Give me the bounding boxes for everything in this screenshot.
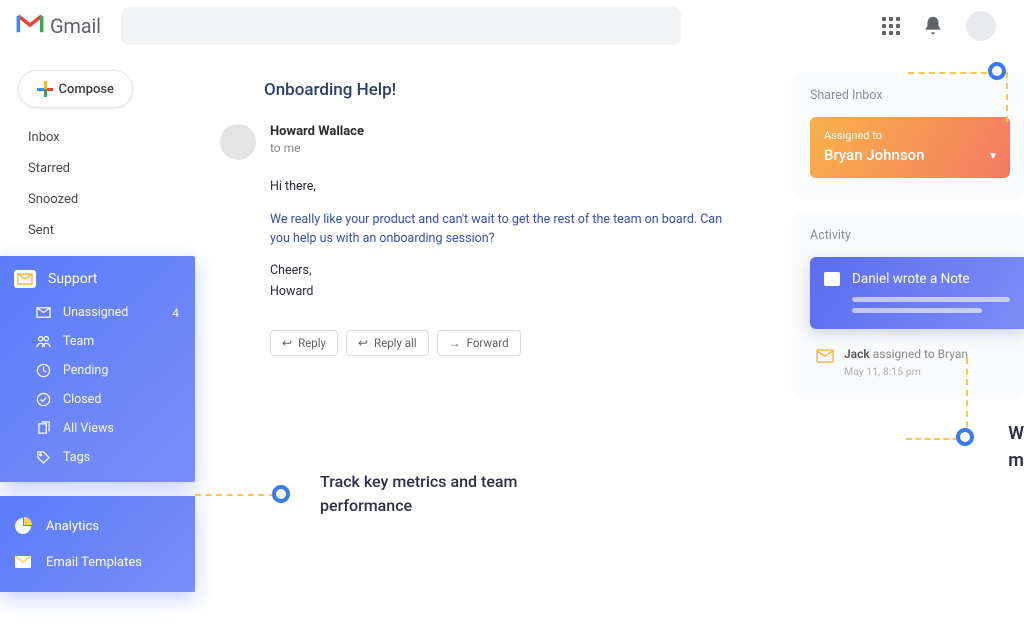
recipient-line: to me [270, 141, 364, 155]
support-title: Support [48, 271, 97, 287]
activity-title: Activity [810, 228, 1024, 243]
shared-inbox-card: Shared Inbox Assigned to Bryan Johnson ▼ [794, 72, 1024, 196]
note-line [852, 308, 982, 313]
nav-list: Inbox Starred Snoozed Sent [0, 122, 195, 246]
sender-name: Howard Wallace [270, 124, 364, 139]
email-body: Hi there, We really like your product an… [270, 178, 740, 302]
sidebar: Compose Inbox Starred Snoozed Sent Suppo… [0, 60, 195, 592]
header-actions [882, 11, 996, 41]
reply-all-arrow-icon: ↩ [358, 336, 368, 350]
check-circle-icon [36, 392, 51, 407]
support-item-label: Closed [63, 392, 101, 407]
mail-template-icon [14, 553, 32, 571]
envelope-icon [36, 305, 51, 320]
tools-section: Analytics Email Templates [0, 496, 195, 592]
connector-line [966, 358, 968, 438]
email-view: Onboarding Help! Howard Wallace to me Hi… [220, 80, 740, 356]
forward-button[interactable]: →Forward [437, 330, 521, 356]
envelope-outline-icon [816, 349, 834, 363]
clock-icon [36, 363, 51, 378]
activity-time: May 11, 8:15 pm [844, 365, 968, 378]
email-signature: Howard [270, 283, 740, 302]
notifications-icon[interactable] [922, 15, 944, 37]
support-team[interactable]: Team [0, 327, 195, 356]
support-unassigned[interactable]: Unassigned 4 [0, 298, 195, 327]
app-header: Gmail [0, 0, 1024, 52]
assigned-selector[interactable]: Assigned to Bryan Johnson ▼ [810, 117, 1010, 178]
connector-dot [956, 428, 974, 446]
note-line [852, 297, 1010, 302]
pie-chart-icon [14, 517, 32, 535]
analytics-label: Analytics [46, 519, 99, 534]
support-item-label: Tags [63, 450, 90, 465]
gmail-logo-icon [16, 13, 44, 39]
copy-icon [36, 421, 51, 436]
plus-icon [37, 81, 48, 97]
right-panel: Shared Inbox Assigned to Bryan Johnson ▼… [794, 72, 1024, 412]
support-item-label: Pending [63, 363, 108, 378]
templates-label: Email Templates [46, 555, 142, 570]
user-avatar[interactable] [966, 11, 996, 41]
connector-dot [272, 485, 290, 503]
templates-item[interactable]: Email Templates [0, 544, 195, 580]
connector-line [195, 494, 275, 496]
assigned-name: Bryan Johnson [824, 146, 996, 164]
activity-card: Activity Daniel wrote a Note Jack assign… [794, 212, 1024, 396]
email-subject: Onboarding Help! [264, 80, 740, 100]
activity-note[interactable]: Daniel wrote a Note [810, 257, 1024, 329]
search-input[interactable] [121, 7, 681, 45]
support-allviews[interactable]: All Views [0, 414, 195, 443]
unassigned-count: 4 [172, 306, 179, 320]
activity-entry: Jack assigned to Bryan May 11, 8:15 pm [810, 347, 1024, 378]
analytics-item[interactable]: Analytics [0, 508, 195, 544]
apps-grid-icon[interactable] [882, 17, 900, 35]
support-pending[interactable]: Pending [0, 356, 195, 385]
logo: Gmail [16, 13, 101, 39]
support-item-label: Team [63, 334, 94, 349]
nav-sent[interactable]: Sent [0, 215, 195, 246]
tag-icon [36, 450, 51, 465]
support-tags[interactable]: Tags [0, 443, 195, 472]
email-body-text: We really like your product and can't wa… [270, 211, 740, 249]
support-item-label: All Views [63, 421, 114, 436]
cutoff-text: W m [1008, 420, 1024, 474]
reply-all-button[interactable]: ↩Reply all [346, 330, 429, 356]
support-closed[interactable]: Closed [0, 385, 195, 414]
reply-button[interactable]: ↩Reply [270, 330, 338, 356]
reply-arrow-icon: ↩ [282, 336, 292, 350]
sender-avatar [220, 124, 256, 160]
support-item-label: Unassigned [63, 305, 128, 320]
compose-label: Compose [58, 82, 114, 97]
connector-line [1006, 72, 1008, 122]
activity-text: Jack assigned to Bryan [844, 347, 968, 361]
team-icon [36, 334, 51, 349]
nav-starred[interactable]: Starred [0, 153, 195, 184]
email-actions: ↩Reply ↩Reply all →Forward [270, 330, 740, 356]
chevron-down-icon: ▼ [988, 151, 998, 162]
shared-inbox-title: Shared Inbox [810, 88, 1010, 103]
app-name: Gmail [50, 14, 101, 38]
compose-button[interactable]: Compose [18, 70, 133, 108]
inbox-icon [14, 270, 36, 288]
connector-dot [988, 62, 1006, 80]
note-icon [824, 272, 840, 286]
annotation-track-text: Track key metrics and team performance [320, 470, 560, 518]
note-text: Daniel wrote a Note [852, 271, 970, 287]
forward-arrow-icon: → [449, 336, 461, 350]
support-header[interactable]: Support [0, 256, 195, 298]
assigned-label: Assigned to [824, 129, 996, 142]
email-greeting: Hi there, [270, 178, 740, 197]
nav-inbox[interactable]: Inbox [0, 122, 195, 153]
support-section: Support Unassigned 4 Team Pending Closed… [0, 256, 195, 482]
nav-snoozed[interactable]: Snoozed [0, 184, 195, 215]
email-signoff: Cheers, [270, 262, 740, 281]
